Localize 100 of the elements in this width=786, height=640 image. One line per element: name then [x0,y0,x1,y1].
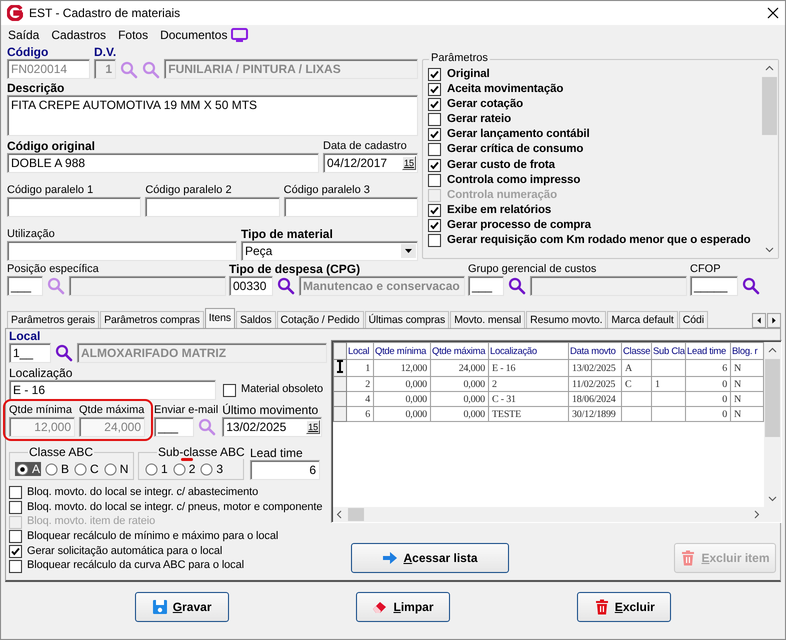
scroll-thumb[interactable] [348,508,364,521]
menu-item[interactable]: Fotos [118,28,148,42]
checkbox[interactable] [428,234,441,248]
scrollbar[interactable] [761,60,778,258]
menu-item[interactable]: Documentos [160,28,228,42]
scroll-left-icon[interactable] [335,510,344,519]
tab[interactable]: Parâmetros gerais [7,311,100,328]
column-header[interactable]: Classe [622,342,652,360]
date-field[interactable]: 04/12/2017 15 [323,153,418,173]
scroll-up-icon[interactable] [768,346,777,355]
tab[interactable]: Cotação / Pedido [276,311,364,328]
column-header[interactable]: Qtde máxima [430,342,488,360]
checkbox[interactable] [428,204,441,217]
tab[interactable]: Últimas compras [364,311,450,328]
checkbox-label: Gerar crítica de consumo [447,143,584,156]
table-cell [652,392,686,406]
table-cell: 0,000 [430,392,488,406]
search-icon[interactable] [508,277,526,295]
checkbox[interactable] [428,113,441,126]
column-header[interactable]: Blog. r [730,342,764,360]
email-field[interactable]: ___ [154,417,194,437]
action-button[interactable]: Gravar [134,592,229,622]
checkbox[interactable] [223,384,236,396]
radio-option[interactable]: A [15,462,42,476]
checkbox[interactable] [428,83,441,96]
column-header[interactable]: Data movto [568,342,622,360]
code-field[interactable]: ___ [7,276,43,296]
action-button[interactable]: Excluir [577,592,672,622]
radio-option[interactable]: 2 [172,462,196,476]
checkbox[interactable] [428,128,441,142]
column-header[interactable]: Lead time [686,342,730,360]
parallel-code-field[interactable] [284,197,418,217]
column-header[interactable]: Qtde mínima [374,342,430,360]
checkbox[interactable] [428,158,441,172]
parallel-code-field[interactable] [7,197,142,217]
current-row-icon [334,360,346,373]
radio-option[interactable]: 1 [144,462,169,476]
code-field[interactable]: _____ [690,276,738,296]
scroll-right-icon[interactable] [767,313,781,328]
tab[interactable]: Itens [204,308,236,328]
table-cell: 12,000 [374,360,430,376]
checkbox[interactable] [9,545,22,558]
checkbox[interactable] [9,486,22,500]
radio-option[interactable]: C [73,462,100,476]
checkbox-label: Bloquear recálculo de mínimo e máximo para o local [27,530,278,544]
material-type-dropdown[interactable]: Peça [241,241,418,261]
menu-item[interactable]: Cadastros [51,28,106,42]
scroll-down-icon[interactable] [765,245,774,254]
trash-icon [680,550,696,566]
code-field[interactable]: ___ [468,276,504,296]
tab[interactable]: Movto. mensal [450,311,526,328]
code-field[interactable]: 00330 [229,276,273,296]
checkbox[interactable] [428,174,441,187]
search-icon[interactable] [742,277,760,295]
scroll-right-icon[interactable] [752,510,761,519]
radio-option[interactable]: B [44,462,70,476]
list-button[interactable]: Acessar lista [351,543,509,573]
checkbox[interactable] [428,143,441,156]
tab[interactable]: Saldos [236,311,276,328]
table-cell: 0 [686,406,730,422]
radio-option[interactable]: 3 [199,462,224,476]
scrollbar[interactable] [764,342,781,507]
checkbox[interactable] [9,530,22,544]
checkbox[interactable] [428,218,441,232]
checkbox[interactable] [9,500,22,514]
checkbox[interactable] [9,560,22,573]
scroll-up-icon[interactable] [765,64,774,73]
lead-time-field[interactable]: 6 [250,460,320,480]
eraser-icon [372,599,388,615]
tab[interactable]: Marca default [607,311,678,328]
field-label: Último movimento [222,403,320,417]
tab[interactable]: Códi [678,311,708,328]
search-icon[interactable] [55,344,73,362]
description-field[interactable]: FITA CREPE AUTOMOTIVA 19 MM X 50 MTS [7,95,418,136]
table-cell: 2 [346,376,374,392]
original-code-field[interactable]: DOBLE A 988 [7,153,319,173]
action-button[interactable]: Limpar [356,592,450,622]
location-field[interactable]: E - 16 [9,380,216,400]
radio-option[interactable]: N [102,462,130,476]
scroll-down-icon[interactable] [768,494,777,503]
monitor-icon[interactable] [231,28,248,42]
column-header[interactable]: Sub Cla [652,342,686,360]
parallel-code-field[interactable] [145,197,280,217]
local-code-field[interactable]: 1__ [9,343,51,363]
checkbox[interactable] [428,98,441,112]
table-cell: 0,000 [430,376,488,392]
scroll-left-icon[interactable] [752,313,766,328]
column-header[interactable]: Localização [488,342,568,360]
scroll-thumb[interactable] [765,359,780,437]
date-field[interactable]: 13/02/2025 15 [222,417,322,437]
table-cell: 13/02/2025 [568,360,622,376]
checkbox[interactable] [428,68,441,81]
menu-item[interactable]: Saída [8,28,40,42]
close-icon[interactable] [767,7,779,19]
search-icon[interactable] [277,277,295,295]
column-header[interactable]: Local [346,342,374,360]
tab[interactable]: Parâmetros compras [100,311,204,328]
tab[interactable]: Resumo movto. [526,311,606,328]
scroll-thumb[interactable] [762,77,777,135]
usage-field[interactable] [7,241,237,261]
